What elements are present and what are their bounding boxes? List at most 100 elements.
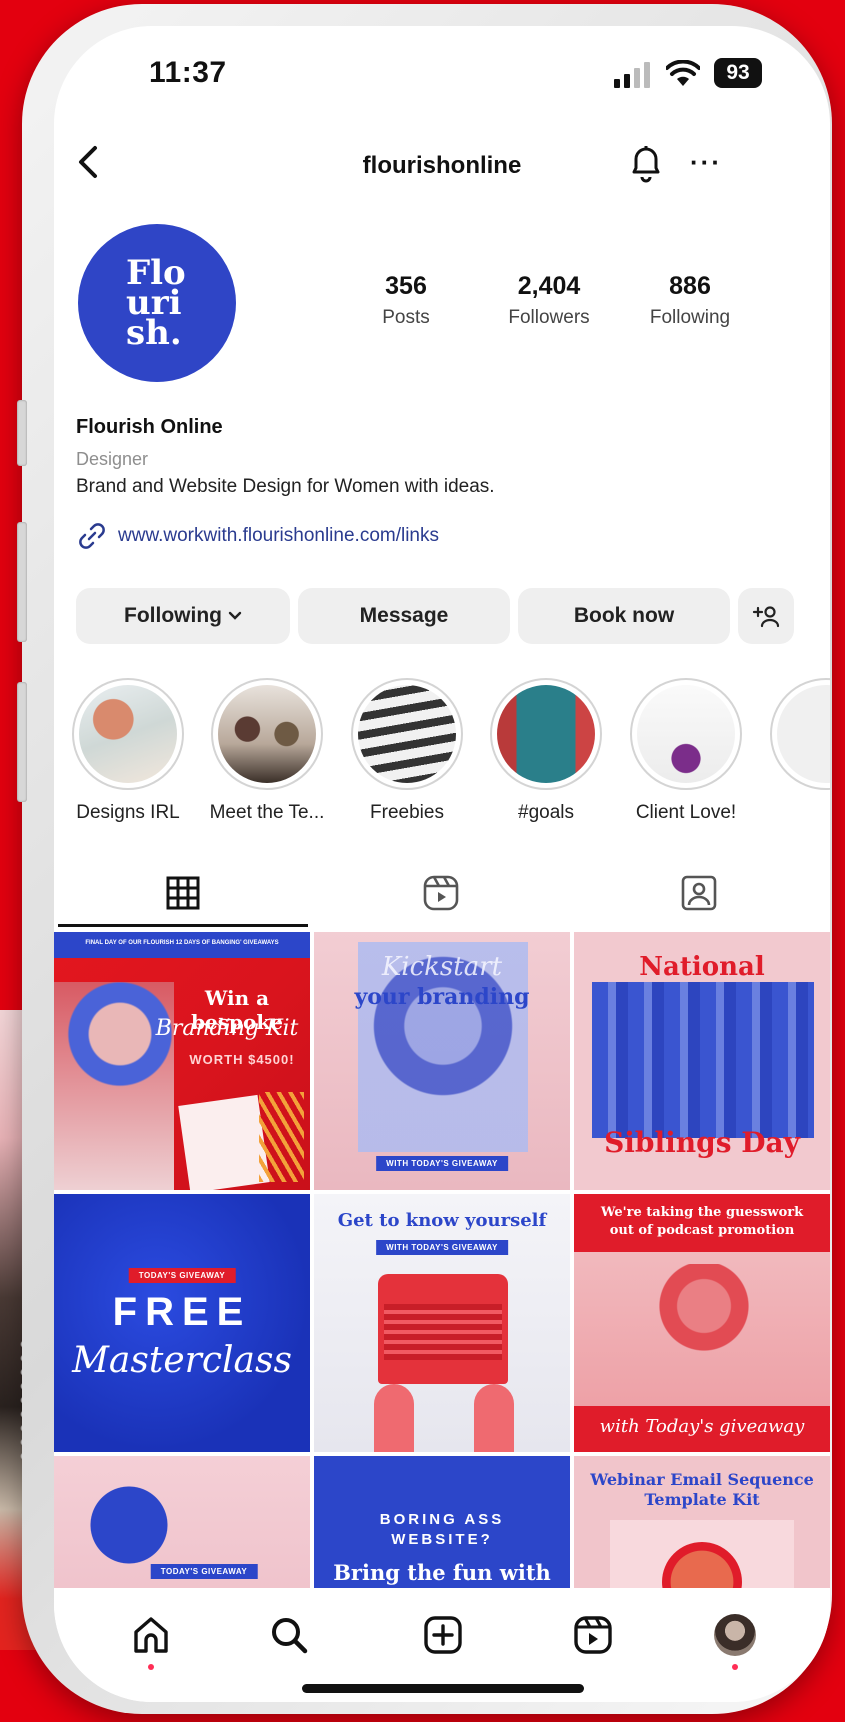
reels-icon xyxy=(574,1616,612,1654)
post-script: with Today's giveaway xyxy=(599,1416,805,1437)
post-decoration xyxy=(384,1304,502,1360)
post-tile[interactable]: Kickstart your branding WITH TODAY'S GIV… xyxy=(314,932,570,1190)
home-icon xyxy=(134,1617,168,1653)
post-title: your branding xyxy=(354,984,530,1010)
nav-search[interactable] xyxy=(264,1610,314,1660)
post-photo xyxy=(592,982,814,1138)
post-script: Kickstart xyxy=(381,952,503,982)
profile-category: Designer xyxy=(76,449,149,469)
message-button-label: Message xyxy=(359,604,449,627)
add-person-icon xyxy=(752,606,780,628)
highlight-cover xyxy=(777,685,830,783)
post-tag: TODAY'S GIVEAWAY xyxy=(128,1268,236,1283)
highlight-designs-irl[interactable]: Designs IRL xyxy=(70,678,186,824)
tagged-icon xyxy=(681,875,717,911)
post-title: BORING ASS WEBSITE? xyxy=(379,1511,505,1548)
wifi-icon xyxy=(666,60,700,86)
highlight-ring xyxy=(630,678,742,790)
stat-posts[interactable]: 356 Posts xyxy=(336,272,476,329)
post-photo xyxy=(84,1480,174,1570)
highlight-partial[interactable] xyxy=(768,678,830,790)
profile-link[interactable]: www.workwith.flourishonline.com/links xyxy=(76,520,439,552)
status-bar: 11:37 93 xyxy=(54,26,830,126)
highlight-cover xyxy=(358,685,456,783)
post-decoration xyxy=(374,1384,414,1452)
post-tile[interactable]: Webinar Email Sequence Template Kit xyxy=(574,1456,830,1588)
post-title: We're taking the guesswork out of podcas… xyxy=(600,1205,804,1238)
post-tile[interactable]: BORING ASS WEBSITE? Bring the fun with xyxy=(314,1456,570,1588)
highlight-freebies[interactable]: Freebies xyxy=(349,678,465,824)
post-tag: WITH TODAY'S GIVEAWAY xyxy=(376,1156,508,1171)
stat-posts-value: 356 xyxy=(385,272,427,300)
status-time: 11:37 xyxy=(149,56,227,89)
message-button[interactable]: Message xyxy=(298,588,510,644)
tab-tagged[interactable] xyxy=(672,866,726,920)
side-button-mute xyxy=(17,400,27,466)
stat-posts-label: Posts xyxy=(382,307,430,328)
highlight-label: Freebies xyxy=(370,802,444,823)
highlight-meet-the-team[interactable]: Meet the Te... xyxy=(209,678,325,824)
highlight-label: Client Love! xyxy=(635,802,737,823)
nav-reels[interactable] xyxy=(568,1610,618,1660)
post-title: Webinar Email Sequence Template Kit xyxy=(590,1470,814,1509)
tab-grid[interactable] xyxy=(156,866,210,920)
highlight-ring xyxy=(770,678,830,790)
battery-indicator: 93 xyxy=(714,58,762,88)
highlight-client-love[interactable]: Client Love! xyxy=(628,678,744,824)
phone-screen: 11:37 93 flourishonline ··· Flo uri sh. … xyxy=(54,26,830,1702)
post-decoration xyxy=(474,1384,514,1452)
post-photo xyxy=(654,1264,754,1404)
post-tile[interactable]: TODAY'S GIVEAWAY FREE Masterclass xyxy=(54,1194,310,1452)
post-tag: TODAY'S GIVEAWAY xyxy=(150,1564,258,1579)
highlight-ring xyxy=(72,678,184,790)
nav-create[interactable] xyxy=(418,1610,468,1660)
following-button[interactable]: Following xyxy=(76,588,290,644)
post-photo xyxy=(54,982,174,1190)
post-script: Masterclass xyxy=(72,1340,292,1381)
highlight-ring xyxy=(211,678,323,790)
post-banner-text: FINAL DAY OF OUR FLOURISH 12 DAYS OF BAN… xyxy=(85,940,279,946)
post-sub: Bring the fun with xyxy=(333,1560,551,1585)
post-title: Get to know yourself xyxy=(337,1210,547,1231)
post-decoration xyxy=(259,1092,304,1182)
highlight-cover xyxy=(79,685,177,783)
post-title: National xyxy=(639,952,765,982)
side-button-volume-down xyxy=(17,682,27,802)
home-notification-dot xyxy=(148,1664,154,1670)
stat-followers-value: 2,404 xyxy=(517,272,581,300)
post-title: Siblings Day xyxy=(604,1126,800,1159)
side-button-volume-up xyxy=(17,522,27,642)
profile-tabs xyxy=(54,858,830,928)
post-tile[interactable]: National Siblings Day xyxy=(574,932,830,1190)
highlight-label: #goals xyxy=(518,802,574,823)
highlight-cover xyxy=(218,685,316,783)
home-indicator xyxy=(302,1684,584,1693)
chevron-down-icon xyxy=(228,611,242,620)
stat-followers[interactable]: 2,404 Followers xyxy=(479,272,619,329)
profile-avatar[interactable]: Flo uri sh. xyxy=(78,224,236,382)
post-tile[interactable]: TODAY'S GIVEAWAY xyxy=(54,1456,310,1588)
more-options-icon[interactable]: ··· xyxy=(690,149,722,175)
active-tab-indicator xyxy=(58,924,308,927)
notification-bell-icon[interactable] xyxy=(624,140,668,186)
reels-icon xyxy=(423,875,459,911)
nav-home[interactable] xyxy=(126,1610,176,1660)
post-tile[interactable]: FINAL DAY OF OUR FLOURISH 12 DAYS OF BAN… xyxy=(54,932,310,1190)
highlight-ring xyxy=(490,678,602,790)
post-tile[interactable]: Get to know yourself WITH TODAY'S GIVEAW… xyxy=(314,1194,570,1452)
post-sub: WORTH $4500! xyxy=(189,1052,295,1067)
suggest-people-button[interactable] xyxy=(738,588,794,644)
highlight-ring xyxy=(351,678,463,790)
link-icon xyxy=(79,523,105,549)
highlight-goals[interactable]: #goals xyxy=(488,678,604,824)
book-now-button[interactable]: Book now xyxy=(518,588,730,644)
stat-following[interactable]: 886 Following xyxy=(620,272,760,329)
nav-profile[interactable] xyxy=(710,1610,760,1660)
profile-notification-dot xyxy=(732,1664,738,1670)
highlight-label: Meet the Te... xyxy=(209,802,325,823)
post-tag: WITH TODAY'S GIVEAWAY xyxy=(376,1240,508,1255)
tab-reels[interactable] xyxy=(414,866,468,920)
highlight-label: Designs IRL xyxy=(76,802,180,823)
avatar-logo-text: Flo uri sh. xyxy=(126,253,186,353)
post-tile[interactable]: We're taking the guesswork out of podcas… xyxy=(574,1194,830,1452)
